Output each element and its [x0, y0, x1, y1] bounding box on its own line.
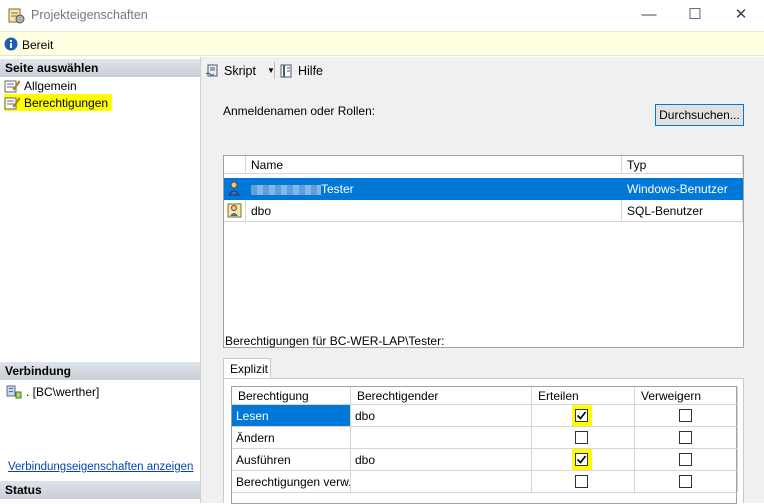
grant-checkbox[interactable] — [572, 449, 592, 470]
grant-cell — [532, 427, 635, 449]
server-icon — [6, 384, 22, 400]
login-type-cell: Windows-Benutzer — [622, 178, 743, 200]
connection-properties-link[interactable]: Verbindungseigenschaften anzeigen — [8, 461, 193, 473]
deny-cell — [635, 405, 738, 427]
table-row[interactable]: dbo SQL-Benutzer — [224, 200, 743, 222]
grant-cell — [532, 471, 635, 493]
script-label: Skript — [224, 63, 256, 78]
script-icon — [205, 63, 221, 79]
table-row[interactable]: Ausführen dbo — [232, 449, 738, 471]
login-name-cell: dbo — [246, 200, 622, 222]
sql-user-icon — [224, 200, 246, 222]
grantor-cell — [351, 471, 532, 493]
left-pane: Seite auswählen Allgemein Berechtigungen… — [0, 57, 201, 503]
deny-cell — [635, 427, 738, 449]
login-type-cell: SQL-Benutzer — [622, 200, 743, 222]
grant-checkbox[interactable] — [575, 431, 588, 444]
properties-page-icon — [4, 79, 21, 93]
title-bar: Projekteigenschaften — ☐ ✕ — [0, 0, 764, 31]
nav-item-label: Berechtigungen — [24, 95, 109, 110]
toolbar-separator — [274, 62, 275, 79]
status-bar: Bereit — [0, 31, 764, 56]
deny-checkbox[interactable] — [679, 453, 692, 466]
table-row[interactable]: Ändern — [232, 427, 738, 449]
logins-label: Anmeldenamen oder Rollen: — [223, 104, 376, 118]
app-icon — [8, 7, 25, 24]
grantor-cell: dbo — [351, 405, 532, 427]
nav-item-label: Allgemein — [24, 78, 77, 93]
help-book-icon — [279, 63, 295, 79]
tab-panel: Berechtigung Berechtigender Erteilen Ver… — [223, 378, 744, 504]
deny-checkbox[interactable] — [679, 409, 692, 422]
nav-item-berechtigungen[interactable]: Berechtigungen — [4, 94, 113, 111]
checkmark-icon — [575, 453, 588, 466]
content-area: Anmeldenamen oder Rollen: Durchsuchen...… — [201, 84, 764, 504]
toolbar: Skript ▼ Hilfe — [201, 57, 764, 84]
select-page-header: Seite auswählen — [0, 59, 200, 77]
permissions-page-icon — [4, 96, 21, 110]
column-header-deny[interactable]: Verweigern — [635, 387, 738, 405]
logins-grid[interactable]: Name Typ Tester Windows-Benutzer dbo SQL… — [223, 155, 744, 348]
table-row[interactable]: Berechtigungen verw... — [232, 471, 738, 493]
table-row[interactable]: Tester Windows-Benutzer — [224, 178, 743, 200]
column-header-name[interactable]: Name — [246, 156, 622, 174]
browse-button[interactable]: Durchsuchen... — [655, 104, 744, 126]
permission-cell: Berechtigungen verw... — [232, 471, 351, 493]
minimize-button[interactable]: — — [626, 0, 672, 31]
maximize-button[interactable]: ☐ — [672, 0, 718, 31]
table-row[interactable]: Lesen dbo — [232, 405, 738, 427]
connection-header: Verbindung — [0, 362, 200, 380]
column-header-permission[interactable]: Berechtigung — [232, 387, 351, 405]
status-header: Status — [0, 481, 200, 499]
deny-cell — [635, 449, 738, 471]
permissions-label: Berechtigungen für BC-WER-LAP\Tester: — [225, 334, 445, 348]
column-header-grant[interactable]: Erteilen — [532, 387, 635, 405]
nav-item-allgemein[interactable]: Allgemein — [4, 77, 81, 94]
grant-cell — [532, 449, 635, 471]
permission-cell: Lesen — [232, 405, 351, 427]
right-pane: Skript ▼ Hilfe Anmeldenamen oder Rollen:… — [201, 57, 764, 504]
permission-cell: Ändern — [232, 427, 351, 449]
close-button[interactable]: ✕ — [718, 0, 764, 31]
grid-corner — [224, 156, 246, 174]
deny-checkbox[interactable] — [679, 475, 692, 488]
connection-value: . [BC\werther] — [26, 385, 100, 399]
deny-cell — [635, 471, 738, 493]
script-button[interactable]: Skript ▼ — [205, 61, 275, 80]
grant-checkbox[interactable] — [575, 475, 588, 488]
grant-cell — [532, 405, 635, 427]
permissions-grid[interactable]: Berechtigung Berechtigender Erteilen Ver… — [231, 386, 738, 504]
window-title: Projekteigenschaften — [31, 8, 148, 22]
checkmark-icon — [575, 409, 588, 422]
windows-user-icon — [224, 178, 246, 200]
help-label: Hilfe — [298, 63, 324, 78]
grant-checkbox[interactable] — [572, 405, 592, 426]
permission-cell: Ausführen — [232, 449, 351, 471]
login-name-cell: Tester — [246, 178, 622, 200]
redacted-text — [251, 184, 321, 195]
help-button[interactable]: Hilfe — [279, 61, 323, 80]
column-header-type[interactable]: Typ — [622, 156, 743, 174]
info-icon — [4, 37, 18, 51]
deny-checkbox[interactable] — [679, 431, 692, 444]
column-header-grantor[interactable]: Berechtigender — [351, 387, 532, 405]
connection-info: . [BC\werther] — [6, 384, 99, 400]
grantor-cell: dbo — [351, 449, 532, 471]
grantor-cell — [351, 427, 532, 449]
status-text: Bereit — [22, 38, 54, 52]
tab-explizit[interactable]: Explizit — [223, 358, 271, 379]
